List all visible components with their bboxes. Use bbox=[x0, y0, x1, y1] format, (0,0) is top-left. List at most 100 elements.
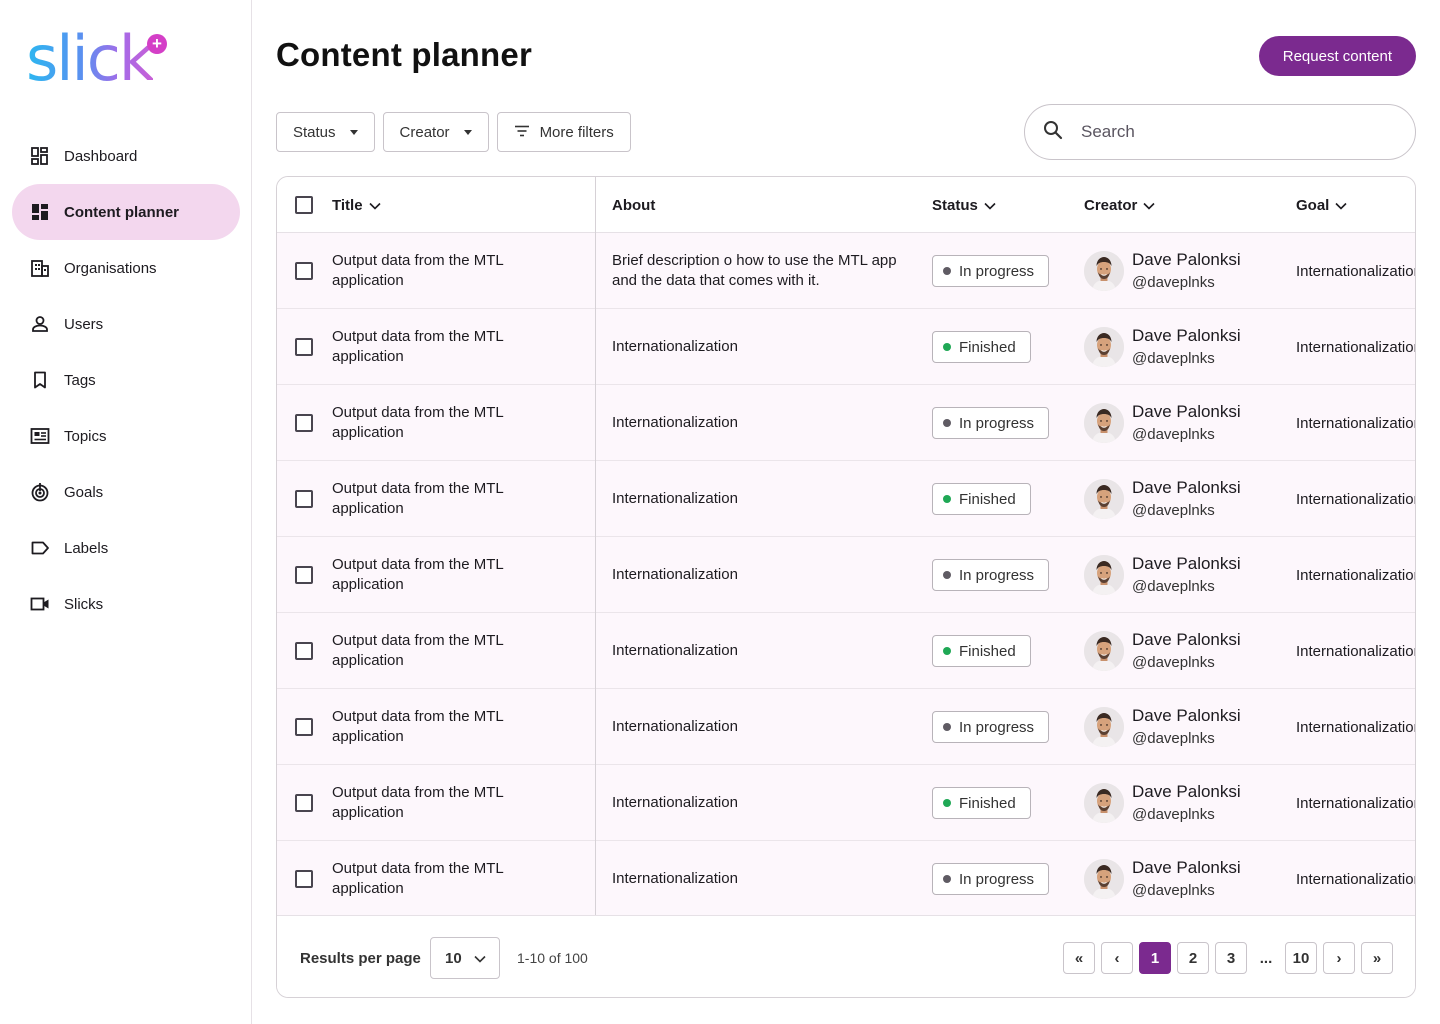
status-dot-icon bbox=[943, 495, 951, 503]
column-header-title[interactable]: Title bbox=[332, 177, 381, 233]
avatar bbox=[1084, 631, 1124, 671]
request-content-button[interactable]: Request content bbox=[1258, 36, 1416, 76]
table-row[interactable]: Output data from the MTL application Inte… bbox=[277, 765, 1415, 841]
status-dot-icon bbox=[943, 343, 951, 351]
sidebar-item-tags[interactable]: Tags bbox=[12, 352, 240, 408]
previous-page-button[interactable]: ‹ bbox=[1101, 942, 1133, 974]
cell-goal: Internationalization bbox=[1296, 490, 1416, 508]
results-per-page-select[interactable]: 10 bbox=[430, 937, 500, 979]
status-badge: In progress bbox=[932, 559, 1050, 591]
status-badge: In progress bbox=[932, 863, 1050, 895]
creator-handle: @daveplnks bbox=[1132, 578, 1215, 595]
table-row[interactable]: Output data from the MTL application Inte… bbox=[277, 461, 1416, 537]
table-row[interactable]: Output data from the MTL application Inte… bbox=[277, 841, 1415, 917]
status-badge: In progress bbox=[932, 255, 1050, 287]
cell-title: Output data from the MTL application bbox=[332, 556, 504, 593]
results-per-page-label: Results per page bbox=[300, 949, 421, 967]
status-filter-dropdown[interactable]: Status bbox=[276, 112, 375, 152]
cell-about: Internationalization bbox=[612, 490, 738, 507]
row-checkbox[interactable] bbox=[295, 642, 313, 660]
table-row[interactable]: Output data from the MTL application Inte… bbox=[277, 613, 1415, 689]
sidebar-item-goals[interactable]: Goals bbox=[12, 464, 240, 520]
column-creator-label: Creator bbox=[1084, 196, 1138, 214]
sidebar-item-organisations[interactable]: Organisations bbox=[12, 240, 240, 296]
cell-about: Internationalization bbox=[612, 642, 738, 659]
cell-title: Output data from the MTL application bbox=[332, 860, 504, 897]
sidebar-item-content-planner[interactable]: Content planner bbox=[12, 184, 240, 240]
table-row[interactable]: Output data from the MTL application Inte… bbox=[277, 385, 1415, 461]
page-button-2[interactable]: 2 bbox=[1177, 942, 1209, 974]
table-row[interactable]: Output data from the MTL application Inte… bbox=[277, 537, 1415, 613]
column-title-label: Title bbox=[332, 196, 363, 214]
avatar bbox=[1084, 251, 1124, 291]
status-badge: Finished bbox=[932, 483, 1031, 515]
table-row[interactable]: Output data from the MTL application Inte… bbox=[277, 309, 1415, 385]
sidebar-item-label: Topics bbox=[64, 427, 107, 445]
pagination-ellipsis: ... bbox=[1253, 942, 1279, 974]
status-dot-icon bbox=[943, 571, 951, 579]
table-row[interactable]: Output data from the MTL application Inte… bbox=[277, 689, 1416, 765]
chevron-down-icon bbox=[984, 197, 996, 214]
column-header-goal[interactable]: Goal bbox=[1296, 177, 1347, 233]
creator-name: Dave Palonksi bbox=[1132, 706, 1241, 725]
row-checkbox[interactable] bbox=[295, 338, 313, 356]
page-button-3[interactable]: 3 bbox=[1215, 942, 1247, 974]
status-badge-label: In progress bbox=[959, 566, 1035, 584]
column-divider bbox=[595, 177, 596, 915]
row-checkbox[interactable] bbox=[295, 490, 313, 508]
column-header-creator[interactable]: Creator bbox=[1084, 177, 1155, 233]
results-per-page-value: 10 bbox=[445, 949, 462, 967]
sidebar-item-topics[interactable]: Topics bbox=[12, 408, 240, 464]
dashboard-icon bbox=[30, 146, 50, 166]
main-content: Content planner Request content Status C… bbox=[276, 0, 1416, 1024]
creator-name: Dave Palonksi bbox=[1132, 326, 1241, 345]
select-all-checkbox[interactable] bbox=[295, 196, 313, 214]
status-badge-label: Finished bbox=[959, 642, 1016, 660]
chevron-down-icon bbox=[474, 950, 486, 967]
slick-logo[interactable]: slick + bbox=[26, 28, 176, 92]
results-range: 1-10 of 100 bbox=[517, 950, 588, 966]
table-row[interactable]: Output data from the MTL application Brie… bbox=[277, 233, 1415, 309]
video-icon bbox=[30, 594, 50, 614]
row-checkbox[interactable] bbox=[295, 870, 313, 888]
creator-name: Dave Palonksi bbox=[1132, 630, 1241, 649]
row-checkbox[interactable] bbox=[295, 794, 313, 812]
sidebar-item-dashboard[interactable]: Dashboard bbox=[12, 128, 240, 184]
sidebar-item-label: Labels bbox=[64, 539, 109, 557]
creator-name: Dave Palonksi bbox=[1132, 402, 1241, 421]
page-button-1[interactable]: 1 bbox=[1139, 942, 1171, 974]
search-input[interactable] bbox=[1081, 122, 1371, 142]
cell-goal: Internationalization bbox=[1296, 718, 1416, 736]
cell-title: Output data from the MTL application bbox=[332, 784, 504, 821]
chevron-down-icon bbox=[369, 197, 381, 214]
sidebar-item-slicks[interactable]: Slicks bbox=[12, 576, 240, 632]
search-icon bbox=[1043, 120, 1063, 145]
creator-handle: @daveplnks bbox=[1132, 882, 1215, 899]
column-header-status[interactable]: Status bbox=[932, 177, 996, 233]
cell-title: Output data from the MTL application bbox=[332, 328, 504, 365]
status-badge-label: Finished bbox=[959, 490, 1016, 508]
next-page-button[interactable]: › bbox=[1323, 942, 1355, 974]
status-badge: Finished bbox=[932, 787, 1031, 819]
cell-title: Output data from the MTL application bbox=[332, 404, 504, 441]
row-checkbox[interactable] bbox=[295, 414, 313, 432]
row-checkbox[interactable] bbox=[295, 566, 313, 584]
chevron-down-icon bbox=[1143, 197, 1155, 214]
creator-filter-dropdown[interactable]: Creator bbox=[382, 112, 489, 152]
more-filters-button[interactable]: More filters bbox=[496, 112, 631, 152]
last-page-button[interactable]: » bbox=[1361, 942, 1393, 974]
status-dot-icon bbox=[943, 267, 951, 275]
sidebar-item-users[interactable]: Users bbox=[12, 296, 240, 352]
creator-name: Dave Palonksi bbox=[1132, 554, 1241, 573]
page-button-10[interactable]: 10 bbox=[1285, 942, 1317, 974]
sidebar-item-label: Dashboard bbox=[64, 147, 138, 165]
first-page-button[interactable]: « bbox=[1063, 942, 1095, 974]
cell-about: Internationalization bbox=[612, 414, 738, 431]
row-checkbox[interactable] bbox=[295, 718, 313, 736]
sidebar-item-labels[interactable]: Labels bbox=[12, 520, 240, 576]
row-checkbox[interactable] bbox=[295, 262, 313, 280]
cell-about: Brief description o how to use the MTL a… bbox=[612, 252, 897, 289]
creator-handle: @daveplnks bbox=[1132, 502, 1215, 519]
topics-icon bbox=[30, 426, 50, 446]
caret-down-icon bbox=[349, 129, 358, 135]
